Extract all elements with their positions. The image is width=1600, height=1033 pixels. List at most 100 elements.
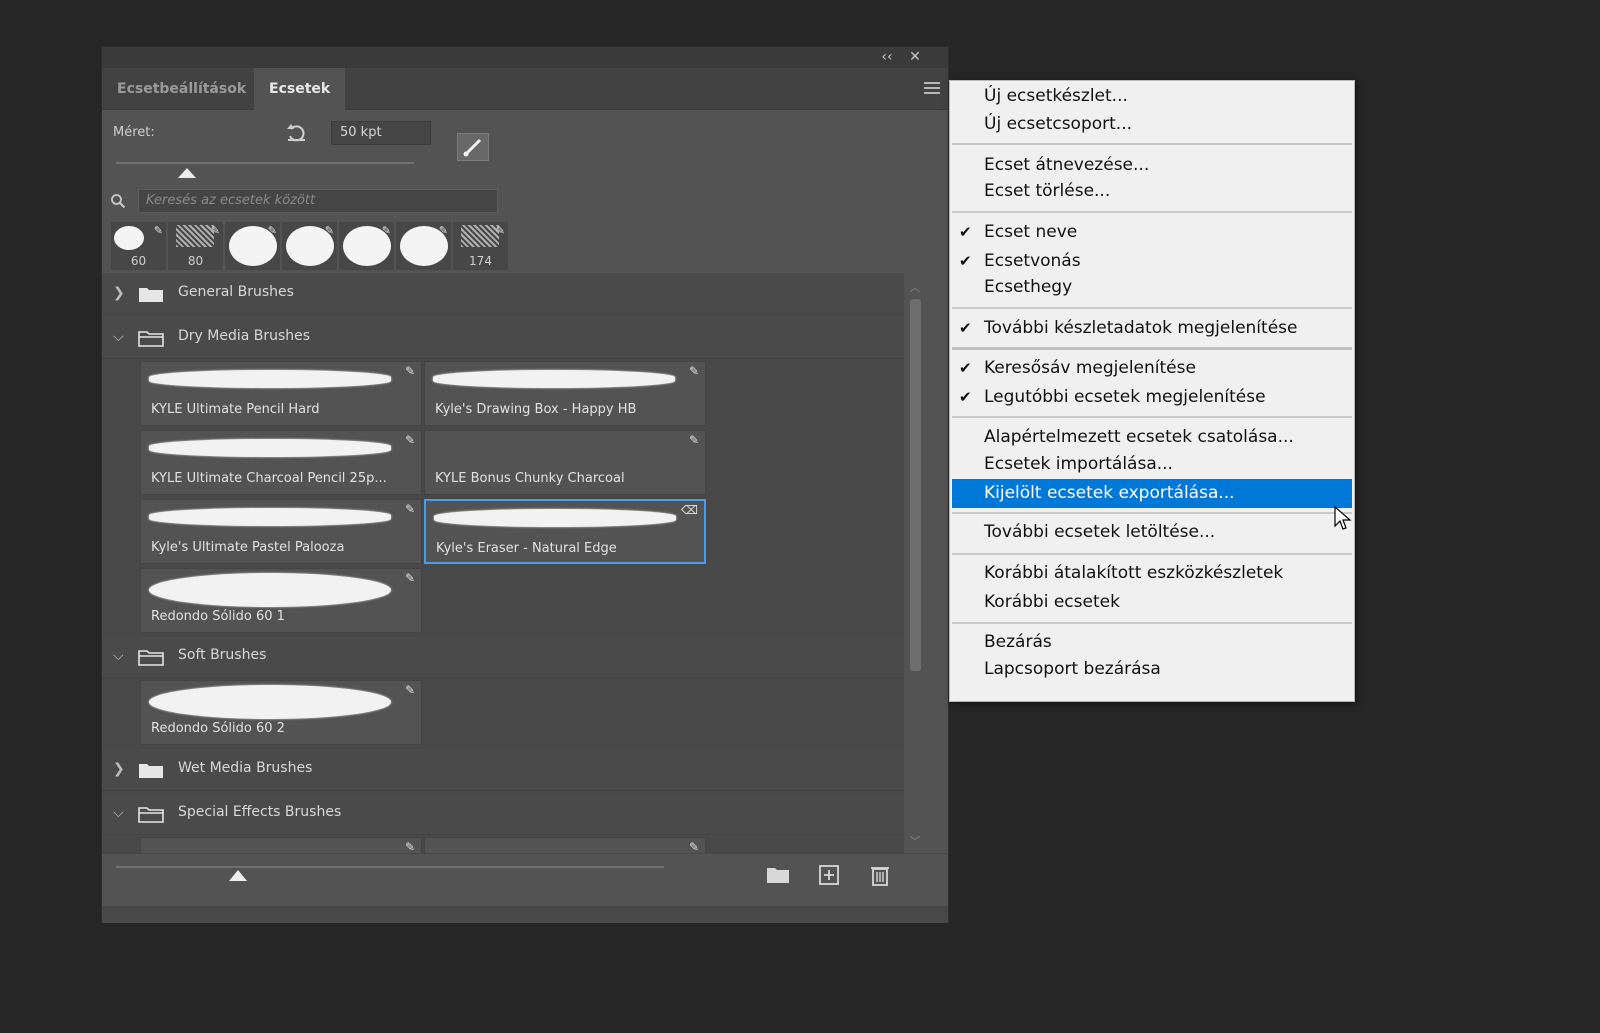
brush-icon: ✎	[688, 840, 699, 853]
brush-icon	[463, 138, 482, 157]
menu-separator	[952, 512, 1352, 514]
brush-icon: ✎	[404, 683, 415, 697]
chevron-right-icon: ❯	[113, 285, 125, 301]
chevron-down-icon: ⌵	[113, 648, 124, 664]
size-input[interactable]: 50 kpt	[331, 121, 431, 145]
menu-item-rename-brush[interactable]: Ecset átnevezése...	[952, 152, 1352, 179]
checkmark-icon: ✔	[959, 319, 972, 337]
menu-separator	[952, 622, 1352, 624]
panel-menu-icon[interactable]	[924, 82, 940, 94]
brush-item[interactable]: ✎ Kyle's Ultimate Pastel Palooza	[140, 499, 422, 564]
brushes-panel: ‹‹ ✕ Ecsetbeállítások Ecsetek Méret: 50 …	[101, 46, 949, 923]
menu-item-show-recent[interactable]: ✔ Legutóbbi ecsetek megjelenítése	[952, 384, 1352, 411]
recent-brush-item[interactable]: ✎	[282, 222, 337, 270]
search-icon	[111, 194, 126, 209]
checkmark-icon: ✔	[959, 388, 972, 406]
brush-list: ❯ General Brushes ⌵ Dry Media Brushes ✎ …	[102, 273, 904, 853]
menu-separator	[952, 347, 1352, 350]
menu-item-get-more-brushes[interactable]: További ecsetek letöltése...	[952, 519, 1352, 546]
menu-item-legacy-tool-presets[interactable]: Korábbi átalakított eszközkészletek	[952, 560, 1352, 587]
new-group-folder-icon[interactable]	[765, 864, 791, 886]
tab-brushes[interactable]: Ecsetek	[254, 68, 346, 110]
preview-size-slider-thumb[interactable]	[229, 870, 247, 881]
menu-item-new-brush-group[interactable]: Új ecsetcsoport...	[952, 111, 1352, 138]
brush-icon: ✎	[267, 224, 277, 237]
recent-brush-item[interactable]: ✎	[339, 222, 394, 270]
panel-context-menu: Új ecsetkészlet... Új ecsetcsoport... Ec…	[949, 80, 1355, 702]
chevron-right-icon: ❯	[113, 761, 125, 777]
menu-separator	[952, 211, 1352, 213]
scrollbar-thumb[interactable]	[910, 299, 921, 671]
folder-open-icon	[138, 807, 164, 823]
menu-item-show-more-info[interactable]: ✔ További készletadatok megjelenítése	[952, 315, 1352, 342]
folder-open-icon	[138, 331, 164, 347]
scroll-up-arrow[interactable]: ︿	[908, 279, 922, 295]
folder-icon	[139, 288, 163, 302]
size-slider-thumb[interactable]	[178, 168, 196, 178]
brush-item[interactable]: ✎ KYLE Ultimate Charcoal Pencil 25p...	[140, 430, 422, 495]
collapse-panel-icon[interactable]: ‹‹	[877, 47, 897, 68]
menu-item-append-default[interactable]: Alapértelmezett ecsetek csatolása...	[952, 424, 1352, 451]
brush-icon: ✎	[324, 224, 334, 237]
menu-item-show-search[interactable]: ✔ Keresősáv megjelenítése	[952, 355, 1352, 382]
checkmark-icon: ✔	[959, 359, 972, 377]
chevron-down-icon: ⌵	[113, 805, 124, 821]
menu-item-import-brushes[interactable]: Ecsetek importálása...	[952, 451, 1352, 478]
new-brush-icon[interactable]	[816, 864, 842, 886]
brush-item[interactable]: ✎ KYLE Ultimate Pencil Hard	[140, 361, 422, 426]
brush-icon: ✎	[495, 224, 505, 237]
group-general-brushes[interactable]: ❯ General Brushes	[102, 273, 904, 315]
menu-item-brush-stroke[interactable]: ✔ Ecsetvonás	[952, 248, 1352, 275]
menu-separator	[952, 143, 1352, 145]
menu-item-new-brush-preset[interactable]: Új ecsetkészlet...	[952, 83, 1352, 110]
panel-titlebar: ‹‹ ✕	[102, 47, 948, 68]
group-wet-media-brushes[interactable]: ❯ Wet Media Brushes	[102, 749, 904, 791]
chevron-down-icon: ⌵	[113, 329, 124, 345]
menu-item-export-selected[interactable]: Kijelölt ecsetek exportálása...	[952, 479, 1352, 508]
recent-brush-item[interactable]: ✎	[396, 222, 451, 270]
size-slider-track[interactable]	[116, 162, 414, 164]
eraser-icon: ⌫	[681, 503, 698, 517]
recent-brush-item[interactable]: ✎ 174	[453, 222, 508, 270]
brush-item[interactable]: ✎ Redondo Sólido 60 1	[140, 568, 422, 633]
brush-icon: ✎	[404, 364, 415, 378]
brush-item[interactable]: ✎ KYLE Bonus Chunky Charcoal	[424, 430, 706, 495]
menu-item-legacy-brushes[interactable]: Korábbi ecsetek	[952, 589, 1352, 616]
menu-item-brush-name[interactable]: ✔ Ecset neve	[952, 219, 1352, 246]
brush-item[interactable]: ✎ Kyle's Drawing Box - Happy HB	[424, 361, 706, 426]
brush-icon: ✎	[404, 571, 415, 585]
trash-icon[interactable]	[867, 864, 893, 886]
panel-tabbar: Ecsetbeállítások Ecsetek	[102, 68, 948, 110]
menu-item-brush-tip[interactable]: Ecsethegy	[952, 274, 1352, 301]
group-soft-brushes[interactable]: ⌵ Soft Brushes	[102, 636, 904, 678]
scroll-down-arrow[interactable]: ﹀	[908, 833, 922, 849]
brush-icon: ✎	[404, 433, 415, 447]
menu-separator	[952, 416, 1352, 418]
group-special-effects-brushes[interactable]: ⌵ Special Effects Brushes	[102, 793, 904, 835]
recent-brush-item[interactable]: ✎ 80	[168, 222, 223, 270]
brush-icon: ✎	[153, 224, 163, 237]
preview-size-slider-track[interactable]	[116, 866, 664, 868]
search-input[interactable]: Keresés az ecsetek között	[138, 189, 498, 213]
brush-tool-button[interactable]	[457, 133, 489, 161]
menu-item-close[interactable]: Bezárás	[952, 629, 1352, 656]
close-panel-icon[interactable]: ✕	[905, 47, 925, 68]
panel-resize-grip[interactable]	[102, 906, 948, 923]
tab-brush-settings[interactable]: Ecsetbeállítások	[102, 68, 261, 110]
menu-item-close-tab-group[interactable]: Lapcsoport bezárása	[952, 656, 1352, 683]
brush-item[interactable]: ✎ Redondo Sólido 60 2	[140, 680, 422, 745]
brush-item-selected[interactable]: ⌫ Kyle's Eraser - Natural Edge	[424, 499, 706, 564]
recent-brush-item[interactable]: ✎	[225, 222, 280, 270]
group-dry-media-brushes[interactable]: ⌵ Dry Media Brushes	[102, 317, 904, 359]
brush-item[interactable]: ✎	[424, 837, 706, 853]
menu-item-delete-brush[interactable]: Ecset törlése...	[952, 178, 1352, 205]
brush-icon: ✎	[688, 364, 699, 378]
panel-footer	[102, 853, 948, 905]
menu-separator	[952, 307, 1352, 309]
size-label: Méret:	[113, 125, 155, 140]
recent-brush-item[interactable]: ✎ 60	[111, 222, 166, 270]
folder-icon	[139, 764, 163, 778]
reset-size-icon[interactable]	[285, 121, 309, 145]
brush-item[interactable]: ✎	[140, 837, 422, 853]
brush-icon: ✎	[381, 224, 391, 237]
